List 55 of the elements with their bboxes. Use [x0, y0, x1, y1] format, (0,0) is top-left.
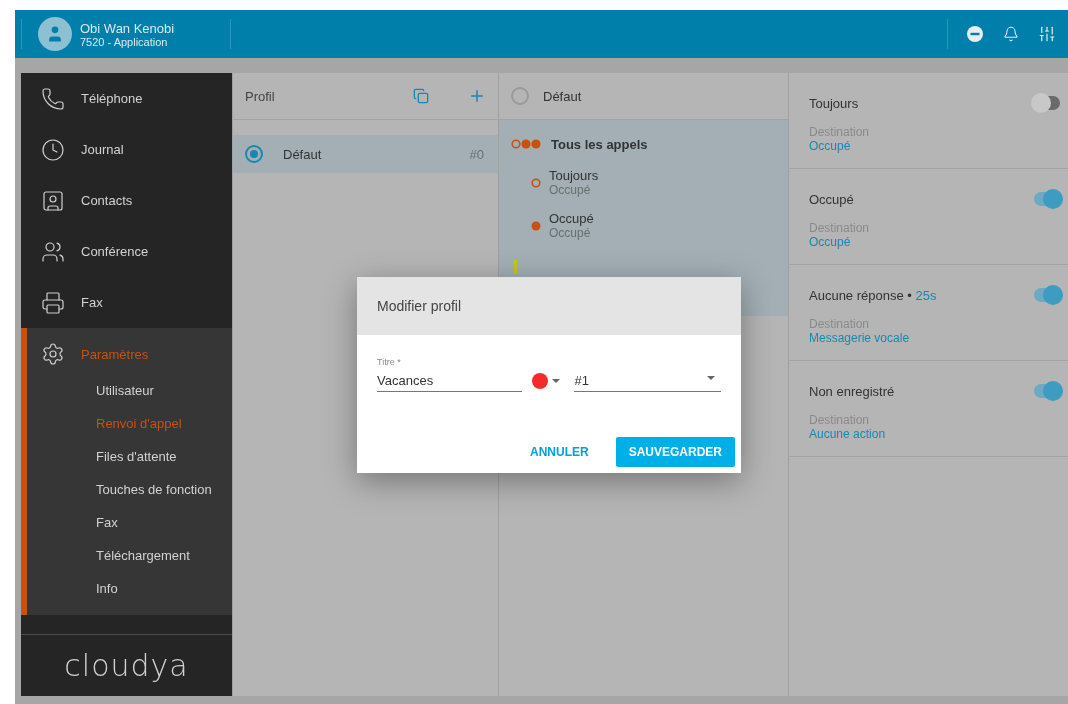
- rule-title: Toujours: [549, 168, 599, 183]
- user-name: Obi Wan Kenobi: [80, 20, 176, 36]
- dialog-title: Modifier profil: [377, 298, 462, 314]
- setting-title: Toujours: [809, 95, 859, 111]
- profile-name: Défaut: [543, 88, 582, 104]
- rule-subtitle: Occupé: [549, 183, 592, 197]
- nav-item[interactable]: Conférence: [81, 244, 149, 259]
- nav-subitem[interactable]: Info: [27, 572, 232, 605]
- dot-icon: [531, 220, 541, 231]
- avatar: [38, 17, 72, 51]
- profile-name: Défaut: [283, 146, 322, 162]
- clock-icon: [41, 137, 65, 162]
- nav-item[interactable]: Fax: [81, 295, 103, 310]
- rule-title: Occupé: [549, 211, 594, 226]
- ring-icon: [531, 177, 541, 188]
- rule-heading: Tous les appels: [551, 136, 648, 152]
- toggle-switch[interactable]: [1034, 288, 1060, 302]
- rule-subtitle: Occupé: [549, 226, 592, 240]
- toggle-switch[interactable]: [1034, 96, 1060, 110]
- printer-icon: [41, 290, 65, 315]
- circles-icon: [511, 139, 543, 149]
- sliders-icon[interactable]: [1038, 25, 1056, 43]
- profile-number: #0: [469, 146, 484, 162]
- minus-circle-icon[interactable]: [966, 25, 984, 43]
- nav-subitem[interactable]: Files d'attente: [27, 440, 232, 473]
- nav-subitem[interactable]: Téléchargement: [27, 539, 232, 572]
- nav-subitem[interactable]: Touches de fonction: [27, 473, 232, 506]
- caret-icon: [707, 375, 715, 380]
- logo: cloudya: [64, 648, 189, 683]
- contact-card-icon: [41, 188, 65, 213]
- setting-title: Aucune réponse • 25s: [809, 287, 937, 303]
- marker-icon: [514, 260, 517, 274]
- nav-subitem[interactable]: Utilisateur: [27, 374, 232, 407]
- nav-item[interactable]: Journal: [81, 142, 124, 157]
- setting-title: Occupé: [809, 191, 854, 207]
- nav-item[interactable]: Contacts: [81, 193, 133, 208]
- toggle-switch[interactable]: [1034, 384, 1060, 398]
- settings-icon: [41, 342, 65, 366]
- setting-title: Non enregistré: [809, 383, 895, 399]
- radio-button[interactable]: [511, 87, 529, 105]
- title-field[interactable]: Titre * Vacances: [377, 357, 523, 392]
- copy-icon[interactable]: [412, 87, 430, 105]
- people-icon: [41, 239, 65, 264]
- number-select[interactable]: #1: [574, 367, 721, 392]
- column-title: Profil: [245, 88, 276, 104]
- bell-icon[interactable]: [1002, 25, 1020, 43]
- nav-subitem[interactable]: Fax: [27, 506, 232, 539]
- toggle-switch[interactable]: [1034, 192, 1060, 206]
- add-icon[interactable]: [468, 87, 486, 105]
- phone-icon: [41, 86, 65, 111]
- radio-button[interactable]: [245, 145, 263, 163]
- nav-item[interactable]: Téléphone: [81, 91, 143, 106]
- user-extension: 7520 - Application: [80, 35, 169, 48]
- caret-icon: [552, 379, 561, 383]
- profile-row[interactable]: Défaut #0: [233, 135, 498, 173]
